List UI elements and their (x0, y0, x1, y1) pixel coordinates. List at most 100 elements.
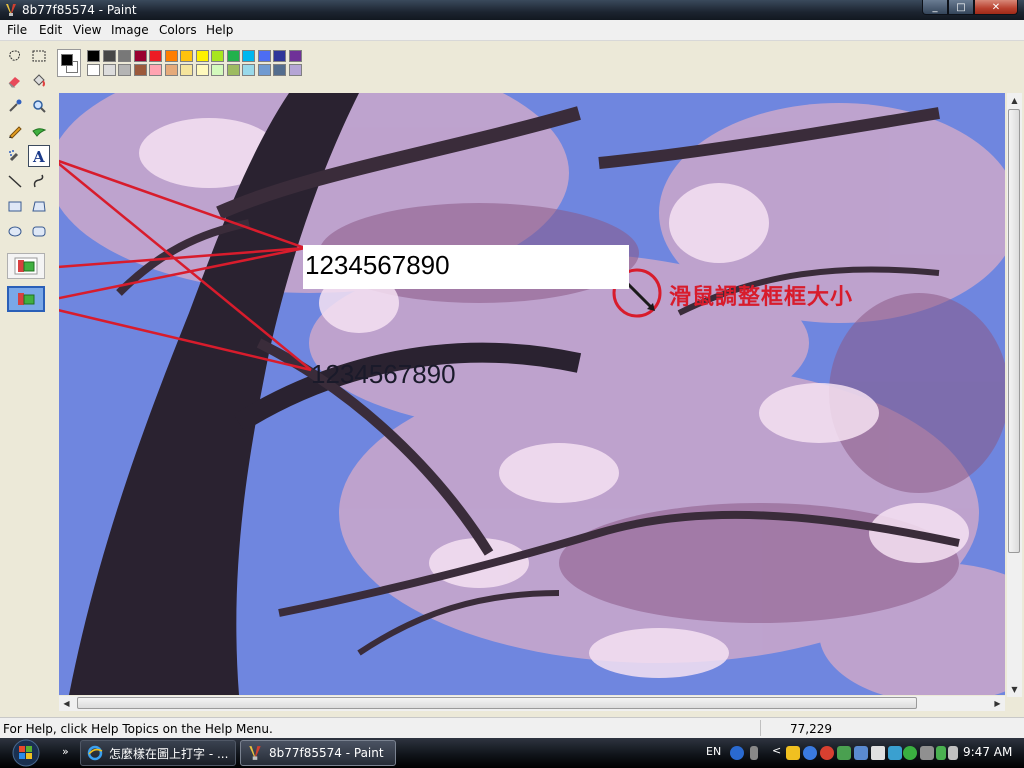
tray-arrow-icon[interactable] (750, 746, 758, 760)
text-a-icon: A (32, 148, 45, 164)
maximize-button[interactable]: □ (948, 0, 974, 15)
palette-swatch[interactable] (211, 64, 224, 76)
palette-swatch[interactable] (102, 64, 116, 76)
ellipse-tool[interactable] (4, 220, 26, 242)
palette-swatch[interactable] (226, 50, 240, 62)
menu-help[interactable]: Help (206, 23, 233, 37)
eraser-tool[interactable] (4, 70, 26, 92)
fill-tool[interactable] (28, 70, 50, 92)
opaque-background-option[interactable] (7, 253, 45, 279)
curve-tool[interactable] (28, 170, 50, 192)
menu-edit[interactable]: Edit (39, 23, 62, 37)
system-tray: EN < 9:47 AM (688, 738, 1024, 768)
chat-tray-icon[interactable] (837, 746, 851, 760)
vertical-scrollbar[interactable]: ▲ ▼ (1007, 93, 1022, 697)
palette-swatch[interactable] (273, 64, 286, 76)
close-button[interactable]: ✕ (974, 0, 1018, 15)
volume-tray-icon[interactable] (948, 746, 958, 760)
rounded-rectangle-tool[interactable] (28, 220, 50, 242)
horizontal-scrollbar[interactable]: ◀ ▶ (59, 696, 1005, 711)
menu-view[interactable]: View (73, 23, 101, 37)
palette-swatch[interactable] (273, 50, 286, 62)
vertical-scroll-thumb[interactable] (1008, 109, 1020, 553)
text-tool[interactable]: A (28, 145, 50, 167)
pencil-tool[interactable] (4, 120, 26, 142)
antivirus-tray-icon[interactable] (820, 746, 834, 760)
magnifier-tool[interactable] (28, 95, 50, 117)
battery-tray-icon[interactable] (936, 746, 946, 760)
help-tray-icon[interactable] (730, 746, 744, 760)
palette-swatch[interactable] (288, 50, 302, 62)
workspace: A 1234567890 1234567890 滑鼠調整框框大小 ▲ ▼ ◀ ▶ (0, 41, 1024, 717)
palette-swatch[interactable] (87, 64, 100, 76)
warning-tray-icon[interactable] (786, 746, 800, 760)
current-colors[interactable] (57, 49, 81, 77)
text-box-opaque[interactable]: 1234567890 (303, 245, 629, 289)
eyedropper-icon (9, 99, 22, 112)
palette-swatch[interactable] (226, 64, 240, 76)
scroll-left-icon[interactable]: ◀ (59, 696, 74, 711)
palette-swatch[interactable] (118, 64, 131, 76)
scroll-up-icon[interactable]: ▲ (1007, 93, 1022, 108)
horizontal-scroll-thumb[interactable] (77, 697, 917, 709)
palette-swatch[interactable] (257, 64, 271, 76)
brush-tool[interactable] (28, 120, 50, 142)
quick-launch-arrow-icon[interactable]: » (62, 745, 69, 758)
palette-swatch[interactable] (149, 64, 162, 76)
magnifier-icon (33, 100, 46, 113)
taskbar-clock[interactable]: 9:47 AM (963, 745, 1012, 759)
menu-image[interactable]: Image (111, 23, 149, 37)
taskbar-item-browser[interactable]: 怎麼樣在圖上打字 - ... (80, 740, 236, 766)
palette-swatch[interactable] (195, 64, 209, 76)
taskbar-item-paint-label: 8b77f85574 - Paint (269, 746, 384, 760)
palette-swatch[interactable] (195, 50, 209, 62)
select-tool[interactable] (28, 45, 50, 67)
show-hidden-icons-icon[interactable]: < (772, 744, 781, 757)
rectangle-tool[interactable] (4, 195, 26, 217)
palette-swatch[interactable] (133, 50, 147, 62)
foreground-color-swatch[interactable] (61, 54, 73, 66)
scroll-right-icon[interactable]: ▶ (990, 696, 1005, 711)
line-tool[interactable] (4, 170, 26, 192)
polygon-tool[interactable] (28, 195, 50, 217)
palette-swatch[interactable] (242, 64, 255, 76)
svg-text:A: A (32, 148, 45, 164)
palette-swatch[interactable] (164, 64, 178, 76)
palette-swatch[interactable] (257, 50, 271, 62)
ellipse-icon (8, 226, 22, 237)
palette-swatch[interactable] (211, 50, 224, 62)
minimize-button[interactable]: _ (922, 0, 948, 15)
menu-bar: File Edit View Image Colors Help (0, 20, 1024, 41)
drawing-canvas[interactable]: 1234567890 1234567890 滑鼠調整框框大小 (59, 93, 1005, 695)
palette-swatch[interactable] (87, 50, 100, 62)
palette-swatch[interactable] (180, 50, 193, 62)
palette-swatch[interactable] (149, 50, 162, 62)
bluetooth-tray-icon[interactable] (803, 746, 817, 760)
text-transparent: 1234567890 (311, 359, 456, 389)
network-tray-icon[interactable] (920, 746, 934, 760)
language-indicator[interactable]: EN (706, 745, 721, 758)
palette-swatch[interactable] (242, 50, 255, 62)
palette-swatch[interactable] (133, 64, 147, 76)
palette-swatch[interactable] (164, 50, 178, 62)
paint-app-icon (6, 4, 16, 16)
title-bar: 8b77f85574 - Paint _ □ ✕ (0, 0, 1024, 20)
menu-file[interactable]: File (7, 23, 27, 37)
airbrush-tool[interactable] (4, 145, 26, 167)
mail-tray-icon[interactable] (871, 746, 885, 760)
start-button[interactable] (4, 738, 48, 768)
resize-annotation: 滑鼠調整框框大小 (669, 285, 854, 310)
free-form-select-tool[interactable] (4, 45, 26, 67)
display-tray-icon[interactable] (854, 746, 868, 760)
palette-swatch[interactable] (288, 64, 302, 76)
update-tray-icon[interactable] (903, 746, 917, 760)
sync-tray-icon[interactable] (888, 746, 902, 760)
scroll-down-icon[interactable]: ▼ (1007, 682, 1022, 697)
palette-swatch[interactable] (118, 50, 131, 62)
taskbar-item-paint[interactable]: 8b77f85574 - Paint (240, 740, 396, 766)
palette-swatch[interactable] (102, 50, 116, 62)
palette-swatch[interactable] (180, 64, 193, 76)
pick-color-tool[interactable] (4, 95, 26, 117)
transparent-background-option[interactable] (7, 286, 45, 312)
menu-colors[interactable]: Colors (159, 23, 197, 37)
